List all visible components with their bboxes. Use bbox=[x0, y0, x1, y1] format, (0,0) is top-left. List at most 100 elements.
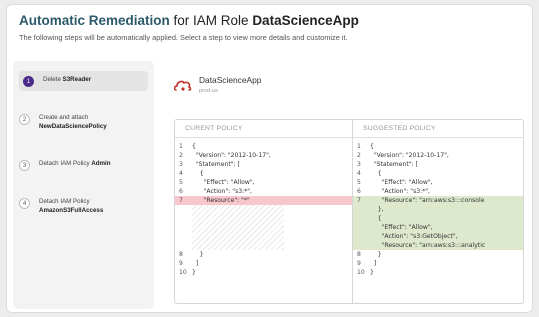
code-line: 9 ] bbox=[175, 259, 352, 268]
header: Automatic Remediation for IAM Role DataS… bbox=[19, 13, 520, 42]
step-label: Delete S3Reader bbox=[43, 76, 92, 83]
page-title: Automatic Remediation for IAM Role DataS… bbox=[19, 13, 520, 28]
code-line: 5 "Effect": "Allow", bbox=[175, 178, 352, 187]
code-text: } bbox=[192, 269, 196, 276]
code-line: "Resource": "arn:aws:s3:::analytic bbox=[353, 241, 523, 250]
code-line: 6 "Action": "s3:*", bbox=[175, 187, 352, 196]
line-number: 8 bbox=[357, 251, 361, 258]
code-line: 8 } bbox=[353, 250, 523, 259]
code-line: 10} bbox=[353, 268, 523, 277]
code-line: "Action": "s3:GetObject", bbox=[353, 232, 523, 241]
main-content: DataScienceApp prod-us CURENT POLICY 1{2… bbox=[162, 61, 528, 309]
suggested-policy-code: 1{2 "Version": "2012-10-17", 3 "Statement… bbox=[353, 142, 523, 303]
code-line: 10} bbox=[175, 268, 352, 277]
code-text: } bbox=[370, 269, 374, 276]
line-number: 3 bbox=[357, 161, 361, 168]
step-label: Create and attach NewDataSciencePolicy bbox=[39, 114, 107, 130]
step-create-attach-policy[interactable]: 2 Create and attach NewDataSciencePolicy bbox=[19, 113, 148, 131]
line-number: 7 bbox=[357, 197, 361, 204]
code-text: "Action": "s3:GetObject", bbox=[370, 233, 458, 240]
code-text: ] bbox=[192, 260, 199, 267]
line-number: 6 bbox=[179, 188, 183, 195]
app-header: DataScienceApp prod-us bbox=[174, 75, 261, 94]
app-name: DataScienceApp bbox=[199, 75, 262, 85]
step-label: Detach IAM Policy AmazonS3FullAccess bbox=[39, 198, 104, 214]
code-text: "Resource": "arn:aws:s3:::analytic bbox=[370, 242, 486, 249]
line-number: 1 bbox=[357, 143, 361, 150]
current-policy-header: CURENT POLICY bbox=[175, 120, 352, 138]
code-line: 9 ] bbox=[353, 259, 523, 268]
code-text: } bbox=[192, 251, 204, 258]
line-number: 5 bbox=[179, 179, 183, 186]
line-number: 5 bbox=[357, 179, 361, 186]
line-number: 4 bbox=[179, 170, 183, 177]
suggested-policy-header: SUGGESTED POLICY bbox=[353, 120, 523, 138]
code-text: "Version": "2012-10-17", bbox=[192, 152, 271, 159]
code-line: 3 "Statement": [ bbox=[175, 160, 352, 169]
code-line: 1{ bbox=[353, 142, 523, 151]
remediation-panel: Automatic Remediation for IAM Role DataS… bbox=[6, 4, 533, 313]
code-text: "Version": "2012-10-17", bbox=[370, 152, 449, 159]
line-number: 9 bbox=[357, 260, 361, 267]
code-line: 1{ bbox=[175, 142, 352, 151]
code-text: "Effect": "Allow", bbox=[192, 179, 255, 186]
code-text: "Resource": "arn:aws:s3:::console bbox=[370, 197, 485, 204]
title-entity: DataScienceApp bbox=[252, 13, 359, 28]
code-text: "Resource": "*" bbox=[192, 197, 250, 204]
line-number: 4 bbox=[357, 170, 361, 177]
line-number: 7 bbox=[179, 197, 183, 204]
code-text: { bbox=[192, 170, 204, 177]
code-line: 5 "Effect": "Allow", bbox=[353, 178, 523, 187]
code-text: "Statement": [ bbox=[370, 161, 418, 168]
steps-sidebar: 1 Delete S3Reader 2 Create and attach New… bbox=[13, 61, 154, 309]
page-subtitle: The following steps will be automaticall… bbox=[19, 33, 348, 42]
code-text: "Statement": [ bbox=[192, 161, 240, 168]
code-line: 2 "Version": "2012-10-17", bbox=[353, 151, 523, 160]
cloud-role-icon bbox=[174, 80, 192, 91]
current-policy-code: 1{2 "Version": "2012-10-17", 3 "Statement… bbox=[175, 142, 352, 303]
code-line: 7 "Resource": "arn:aws:s3:::console bbox=[353, 196, 523, 205]
line-number: 10 bbox=[357, 269, 365, 276]
code-line: 4 { bbox=[353, 169, 523, 178]
line-number: 10 bbox=[179, 269, 187, 276]
code-line: 7 "Resource": "*" bbox=[175, 196, 352, 205]
step-detach-admin[interactable]: 3 Detach IAM Policy Admin bbox=[19, 159, 148, 171]
current-policy-pane: CURENT POLICY 1{2 "Version": "2012-10-17… bbox=[175, 120, 353, 303]
code-text: "Effect": "Allow", bbox=[370, 224, 433, 231]
line-number: 2 bbox=[179, 152, 183, 159]
line-number: 6 bbox=[357, 188, 361, 195]
code-text: }, bbox=[370, 206, 384, 213]
step-number: 1 bbox=[23, 76, 34, 87]
diff-placeholder bbox=[192, 205, 284, 250]
code-text: ] bbox=[370, 260, 377, 267]
title-prefix: Automatic Remediation bbox=[19, 13, 170, 28]
code-line: 6 "Action": "s3:*", bbox=[353, 187, 523, 196]
suggested-policy-pane: SUGGESTED POLICY 1{2 "Version": "2012-10… bbox=[353, 120, 523, 303]
code-text: } bbox=[370, 251, 382, 258]
code-text: "Action": "s3:*", bbox=[370, 188, 430, 195]
code-line: }, bbox=[353, 205, 523, 214]
line-number: 8 bbox=[179, 251, 183, 258]
code-text: { bbox=[370, 143, 374, 150]
step-number: 3 bbox=[19, 160, 30, 171]
code-text: { bbox=[370, 170, 382, 177]
code-line: 2 "Version": "2012-10-17", bbox=[175, 151, 352, 160]
step-number: 2 bbox=[19, 114, 30, 125]
line-number: 9 bbox=[179, 260, 183, 267]
step-delete-s3reader[interactable]: 1 Delete S3Reader bbox=[19, 71, 148, 91]
code-line: 8 } bbox=[175, 250, 352, 259]
code-line: "Effect": "Allow", bbox=[353, 223, 523, 232]
code-text: { bbox=[192, 143, 196, 150]
line-number: 2 bbox=[357, 152, 361, 159]
code-text: "Action": "s3:*", bbox=[192, 188, 252, 195]
code-line: 3 "Statement": [ bbox=[353, 160, 523, 169]
line-number: 3 bbox=[179, 161, 183, 168]
code-text: "Effect": "Allow", bbox=[370, 179, 433, 186]
line-number: 1 bbox=[179, 143, 183, 150]
step-label: Detach IAM Policy Admin bbox=[39, 160, 111, 167]
step-detach-s3fullaccess[interactable]: 4 Detach IAM Policy AmazonS3FullAccess bbox=[19, 197, 148, 215]
step-number: 4 bbox=[19, 198, 30, 209]
code-text: { bbox=[370, 215, 382, 222]
app-region: prod-us bbox=[199, 88, 218, 94]
title-middle: for IAM Role bbox=[169, 13, 253, 28]
